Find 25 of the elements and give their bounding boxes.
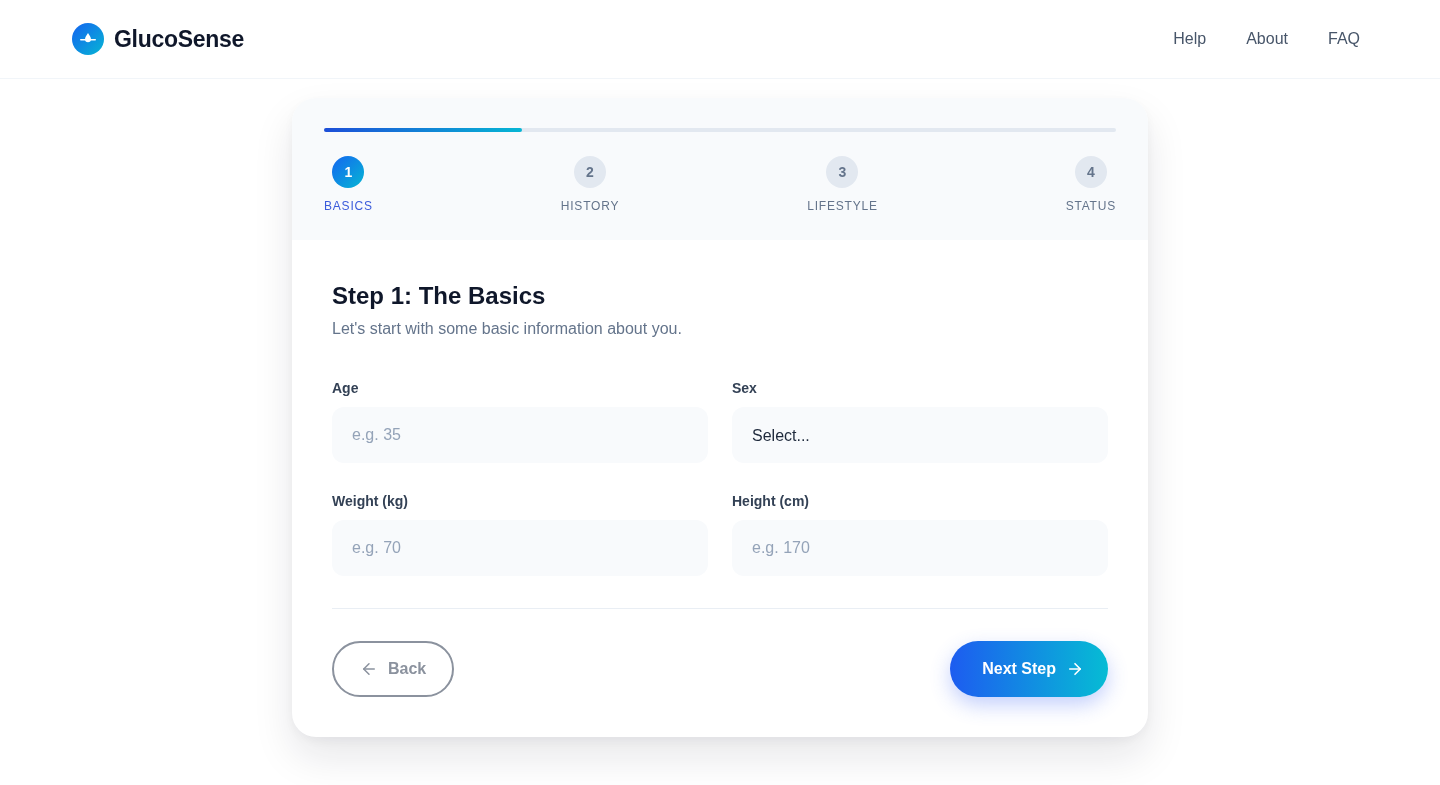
- step-label: LIFESTYLE: [807, 198, 878, 214]
- nav-link[interactable]: FAQ: [1328, 30, 1360, 48]
- input-field[interactable]: e.g. 70: [332, 520, 708, 576]
- select-field[interactable]: Select...: [732, 407, 1108, 463]
- step-title: Step 1: The Basics: [332, 281, 547, 311]
- step-number: 2: [574, 156, 606, 188]
- step-number: 1: [332, 156, 365, 188]
- field-label: Sex: [732, 379, 758, 398]
- step-label: HISTORY: [560, 198, 620, 214]
- field-label: Weight (kg): [332, 492, 409, 511]
- input-field[interactable]: e.g. 35: [332, 407, 708, 463]
- arrow-right-icon: [1066, 660, 1084, 678]
- next-step-button[interactable]: Next Step: [950, 641, 1108, 697]
- nav-link[interactable]: Help: [1173, 30, 1207, 48]
- step-number: 4: [1074, 156, 1107, 188]
- field-label: Age: [332, 379, 360, 398]
- step-label: STATUS: [1065, 198, 1116, 214]
- input-field[interactable]: e.g. 170: [732, 520, 1108, 576]
- step-label: BASICS: [324, 198, 373, 214]
- step-number: 3: [826, 156, 859, 188]
- brand-name: GlucoSense: [114, 25, 244, 53]
- field-label: Height (cm): [732, 492, 810, 511]
- step-subtitle: Let's start with some basic information about you.: [332, 319, 683, 339]
- nav-link[interactable]: About: [1246, 30, 1288, 48]
- drop-logo-icon: [72, 23, 104, 55]
